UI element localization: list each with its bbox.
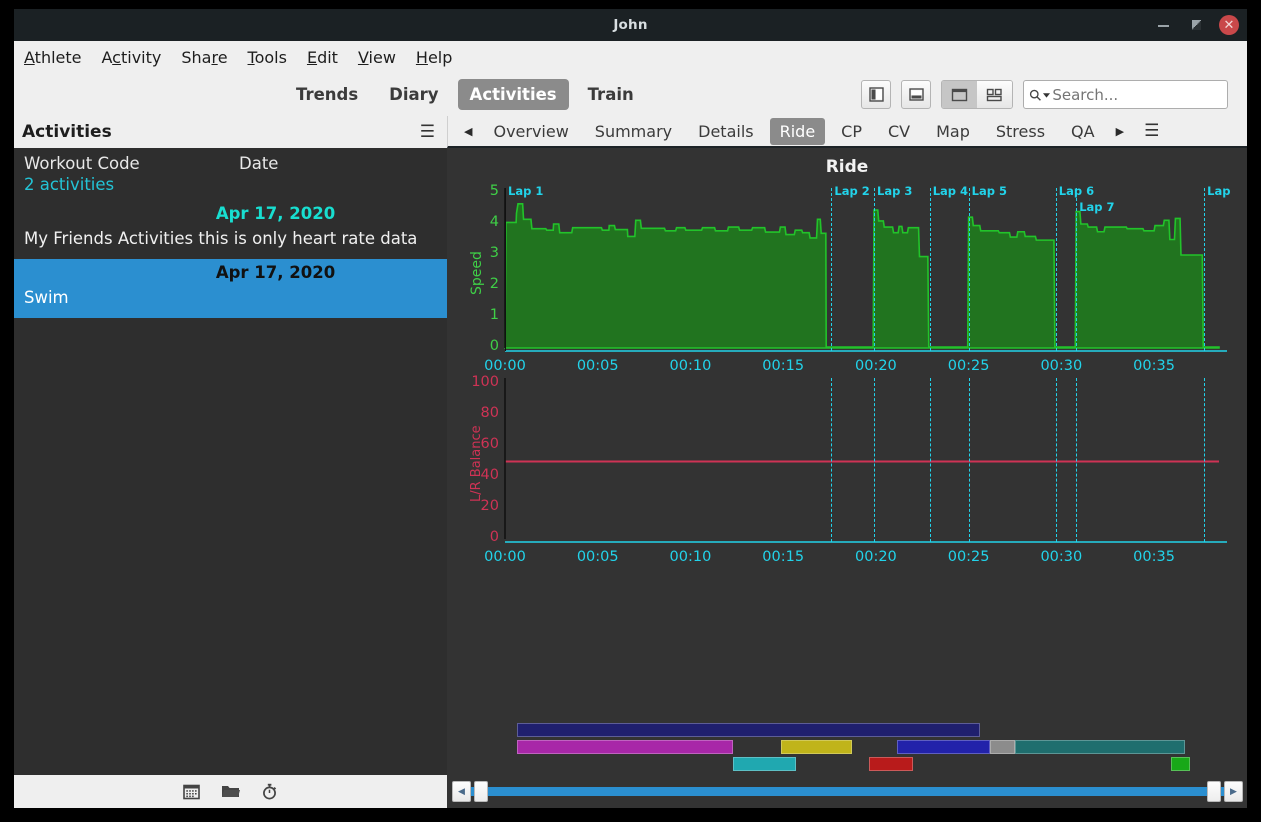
toolbar-right-controls [861,80,1228,109]
search-input[interactable] [1052,85,1222,104]
interval-blue[interactable] [896,740,990,754]
main-view-tabs: Trends Diary Activities Train [284,79,646,110]
title-bar: John ✕ [14,9,1247,41]
lr-x-tick: 00:30 [1040,549,1083,565]
chart-tab-bar: ◀ Overview Summary Details Ride CP CV Ma… [447,116,1247,148]
interval-whole-ride[interactable] [517,723,980,737]
interval-green[interactable] [1170,757,1190,771]
sidebar-header: Activities ☰ [14,116,447,148]
view-tab-activities[interactable]: Activities [457,79,569,110]
window-controls: ✕ [1155,9,1239,41]
single-view-icon[interactable] [942,81,977,108]
list-item[interactable]: Apr 17, 2020 Swim [14,259,447,319]
sidebar-footer [14,775,447,808]
calendar-icon[interactable] [183,783,200,800]
lap-marker-line [968,378,970,542]
tab-cp[interactable]: CP [831,118,872,145]
scroll-handle-right[interactable] [1207,781,1221,802]
menu-share[interactable]: Share [181,48,227,67]
search-box[interactable] [1023,80,1228,109]
list-item-date: Apr 17, 2020 [215,204,336,223]
list-item-date: Apr 17, 2020 [215,263,336,283]
menu-help[interactable]: Help [416,48,452,67]
activities-sidebar: Workout Code Date 2 activities Apr 17, 2… [14,148,447,775]
menu-edit[interactable]: Edit [307,48,338,67]
lr-axis-label: L/R Balance [469,424,484,502]
interval-yellow[interactable] [781,740,853,754]
lr-y-tick: 80 [480,405,499,421]
lr-y-tick: 0 [489,529,499,545]
lr-x-tick: 00:05 [576,549,619,565]
close-button[interactable]: ✕ [1219,15,1239,35]
lr-x-tick: 00:10 [669,549,712,565]
ride-chart-panel: Ride 0 1 2 3 4 5 Speed 00:00 00:05 00:10 00:15 00:2… [447,148,1247,808]
interval-red[interactable] [868,757,914,771]
lap-marker-line [874,378,876,542]
tab-overview[interactable]: Overview [483,118,578,145]
scroll-left-button[interactable]: ◀ [452,781,471,802]
sidebar-hamburger-icon[interactable]: ☰ [416,122,439,142]
list-item-name: My Friends Activities this is only heart… [24,229,418,248]
lr-x-tick: 00:00 [484,549,526,565]
menu-view[interactable]: View [358,48,396,67]
menu-athlete[interactable]: Athlete [24,48,82,67]
caret-down-icon [1043,92,1051,98]
sidebar-panel-icon[interactable] [861,80,891,109]
minimize-button[interactable] [1155,16,1173,34]
list-item[interactable]: Apr 17, 2020 My Friends Activities this … [14,200,447,259]
lap-marker-line [1055,378,1057,542]
sidebar-column-headers: Workout Code Date [14,148,447,175]
lap-marker-line [1076,378,1078,542]
main-toolbar: Trends Diary Activities Train [14,73,1247,116]
interval-cyan[interactable] [733,757,797,771]
lr-x-tick: 00:15 [762,549,805,565]
application-window: John ✕ Athlete Activity Share Tools Edit… [0,0,1261,822]
lr-x-tick: 00:35 [1133,549,1175,565]
stopwatch-icon[interactable] [261,783,278,800]
sidebar-title: Activities [22,122,112,142]
bottom-panel-icon[interactable] [901,80,931,109]
tab-map[interactable]: Map [926,118,980,145]
column-date: Date [239,154,279,173]
scroll-right-button[interactable]: ▶ [1224,781,1243,802]
lr-plot [504,378,1227,543]
scroll-handle-left[interactable] [474,781,488,802]
view-tab-train[interactable]: Train [576,79,646,110]
view-tab-diary[interactable]: Diary [377,79,450,110]
menu-bar: Athlete Activity Share Tools Edit View H… [14,41,1247,73]
lr-y-tick: 100 [471,374,499,390]
menu-activity[interactable]: Activity [102,48,162,67]
scroll-rail [471,787,1224,796]
scroll-track[interactable] [471,781,1224,802]
tab-qa[interactable]: QA [1061,118,1105,145]
interval-magenta[interactable] [517,740,734,754]
view-tab-trends[interactable]: Trends [284,79,370,110]
folder-icon[interactable] [221,783,240,800]
list-item-name: Swim [24,288,69,308]
tab-summary[interactable]: Summary [585,118,682,145]
interval-teal[interactable] [1014,740,1185,754]
tab-details[interactable]: Details [688,118,763,145]
view-mode-group [941,80,1013,109]
interval-grey[interactable] [989,740,1015,754]
lap-marker-line [831,378,833,542]
maximize-button[interactable] [1187,16,1205,34]
activity-count: 2 activities [24,175,115,194]
window-title: John [613,17,648,33]
menu-tools[interactable]: Tools [248,48,287,67]
tab-ride[interactable]: Ride [769,117,826,145]
chevron-left-icon[interactable]: ◀ [456,125,480,138]
lr-x-tick: 00:25 [947,549,990,565]
column-workout-code: Workout Code [24,154,140,173]
tiled-view-icon[interactable] [977,81,1012,108]
search-icon [1029,89,1041,101]
tabbar-hamburger-icon[interactable]: ☰ [1140,121,1163,141]
tab-cv[interactable]: CV [878,118,920,145]
chevron-right-icon[interactable]: ▶ [1108,125,1132,138]
lap-marker-line [1204,378,1206,542]
lr-x-tick: 00:20 [855,549,897,565]
horizontal-scrollbar[interactable]: ◀ ▶ [452,781,1243,802]
lap-marker-line [929,378,931,542]
tab-stress[interactable]: Stress [986,118,1055,145]
